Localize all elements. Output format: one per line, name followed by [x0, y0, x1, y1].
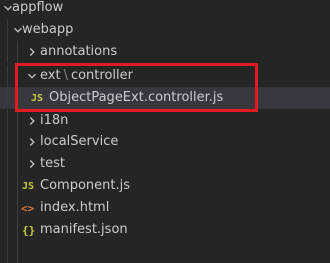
folder-name-controller: controller — [70, 68, 133, 83]
file-explorer-tree: appflow webapp annotations ext \ controlle… — [0, 0, 330, 263]
indent-guide — [7, 131, 8, 153]
tree-item-label: manifest.json — [40, 222, 128, 237]
js-file-icon: JS — [22, 180, 35, 192]
indent-guide — [7, 41, 8, 63]
chevron-down-icon — [24, 65, 40, 87]
tree-item-label: localService — [40, 134, 119, 149]
tree-item-label: i18n — [40, 113, 69, 128]
tree-item-label: ext \ controller — [40, 65, 133, 87]
indent-guide — [17, 110, 18, 132]
tree-item-appflow[interactable]: appflow — [0, 0, 330, 19]
indent-guide — [17, 131, 18, 153]
tree-item-label: annotations — [40, 44, 118, 59]
indent-guide — [17, 241, 18, 263]
tree-item-i18n[interactable]: i18n — [0, 110, 330, 132]
path-separator: \ — [63, 68, 68, 83]
indent-guide — [7, 65, 8, 87]
indent-guide — [17, 197, 18, 219]
tree-item-annotations[interactable]: annotations — [0, 41, 330, 63]
tree-item-index-html[interactable]: <> index.html — [0, 197, 330, 219]
tree-item-manifest-json[interactable]: {} manifest.json — [0, 219, 330, 241]
chevron-right-icon — [24, 110, 40, 132]
tree-item-webapp[interactable]: webapp — [0, 19, 330, 41]
indent-guide — [7, 110, 8, 132]
tree-item-ext-controller[interactable]: ext \ controller — [0, 65, 330, 87]
js-file-icon: JS — [31, 92, 44, 104]
tree-item-label: webapp — [22, 22, 74, 37]
indent-guide — [17, 41, 18, 63]
indent-guide — [7, 219, 8, 241]
indent-guide — [7, 19, 8, 41]
indent-guide — [17, 153, 18, 175]
indent-guide — [17, 219, 18, 241]
tree-item-label: index.html — [40, 200, 110, 215]
indent-guide — [17, 87, 18, 109]
indent-guide — [17, 175, 18, 197]
indent-guide — [7, 241, 8, 263]
indent-guide — [7, 87, 8, 109]
folder-name-ext: ext — [40, 68, 61, 83]
tree-item-partial — [0, 241, 330, 263]
tree-item-label: ObjectPageExt.controller.js — [49, 90, 224, 105]
chevron-right-icon — [24, 131, 40, 153]
tree-item-label: appflow — [12, 0, 64, 15]
html-file-icon: <> — [21, 201, 35, 215]
indent-guide — [17, 65, 18, 87]
indent-guide — [7, 153, 8, 175]
chevron-right-icon — [24, 41, 40, 63]
tree-item-test[interactable]: test — [0, 153, 330, 175]
indent-guide — [7, 197, 8, 219]
tree-item-component-js[interactable]: JS Component.js — [0, 175, 330, 197]
tree-item-label: Component.js — [40, 178, 130, 193]
tree-item-objectpageext-controller-js[interactable]: JS ObjectPageExt.controller.js — [0, 87, 330, 109]
tree-item-label: test — [40, 156, 65, 171]
indent-guide — [7, 175, 8, 197]
chevron-right-icon — [24, 153, 40, 175]
json-file-icon: {} — [22, 223, 36, 237]
tree-item-localservice[interactable]: localService — [0, 131, 330, 153]
